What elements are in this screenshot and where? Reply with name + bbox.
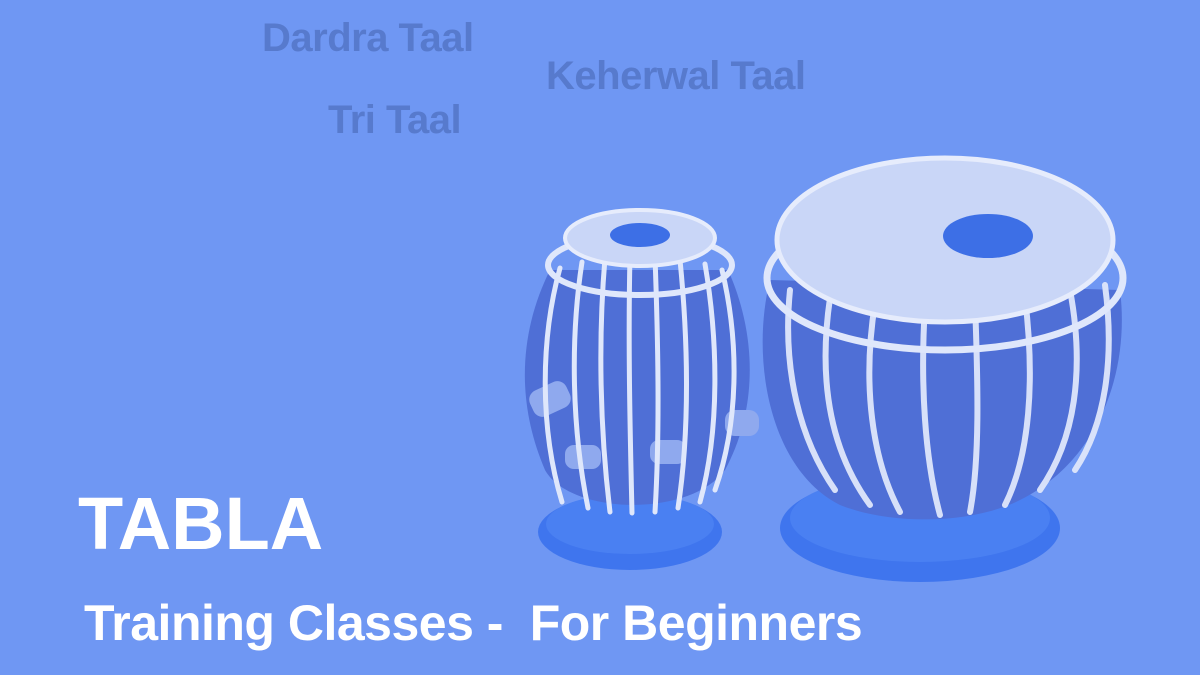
dayan-drum-icon (524, 208, 759, 570)
taal-label-keherwal: Keherwal Taal (546, 54, 806, 98)
banner-title: TABLA (78, 482, 324, 565)
taal-label-tri: Tri Taal (328, 98, 462, 142)
taal-label-dardra: Dardra Taal (262, 16, 474, 60)
bayan-drum-icon (762, 155, 1127, 582)
tabla-banner: Dardra Taal Keherwal Taal Tri Taal TABLA… (0, 0, 1200, 675)
tabla-drums-illustration (524, 155, 1127, 582)
banner-subtitle: Training Classes - For Beginners (84, 595, 863, 651)
